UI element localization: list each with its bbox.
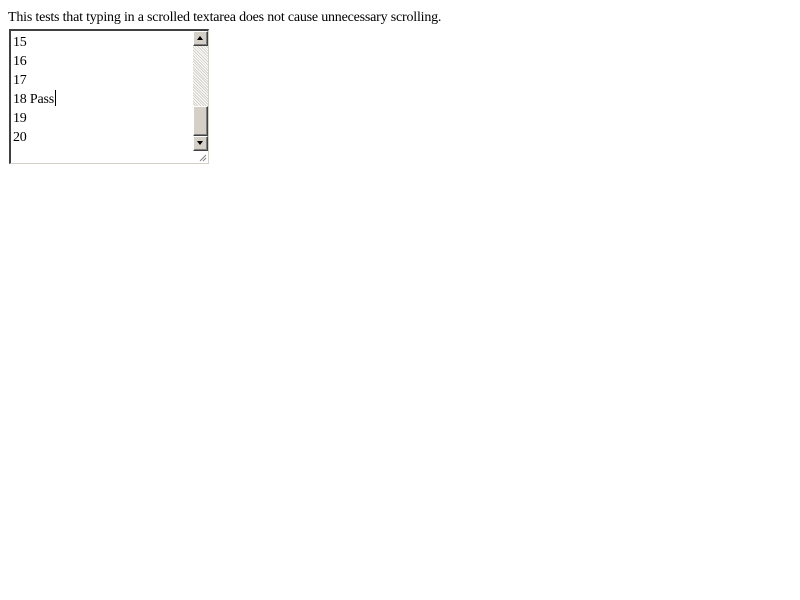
textarea-line: 17 <box>13 73 27 88</box>
vertical-scrollbar[interactable] <box>193 31 208 151</box>
resize-grip-icon <box>199 154 207 162</box>
scrolled-textarea[interactable]: 15 16 17 18 Pass 19 20 <box>9 29 209 164</box>
scroll-down-button[interactable] <box>193 136 208 151</box>
arrow-up-icon <box>197 36 203 40</box>
textarea-line: 16 <box>13 54 27 69</box>
scrollbar-thumb[interactable] <box>193 106 208 136</box>
test-description: This tests that typing in a scrolled tex… <box>8 10 442 25</box>
textarea-line: 19 <box>13 111 27 126</box>
scroll-up-button[interactable] <box>193 31 208 46</box>
arrow-down-icon <box>197 141 203 145</box>
textarea-content[interactable]: 15 16 17 18 Pass 19 20 <box>13 33 193 163</box>
text-caret <box>55 90 56 106</box>
resize-handle[interactable] <box>193 151 208 163</box>
textarea-line-with-caret: 18 Pass <box>13 90 56 107</box>
textarea-line: 20 <box>13 130 27 145</box>
textarea-line: 15 <box>13 35 27 50</box>
